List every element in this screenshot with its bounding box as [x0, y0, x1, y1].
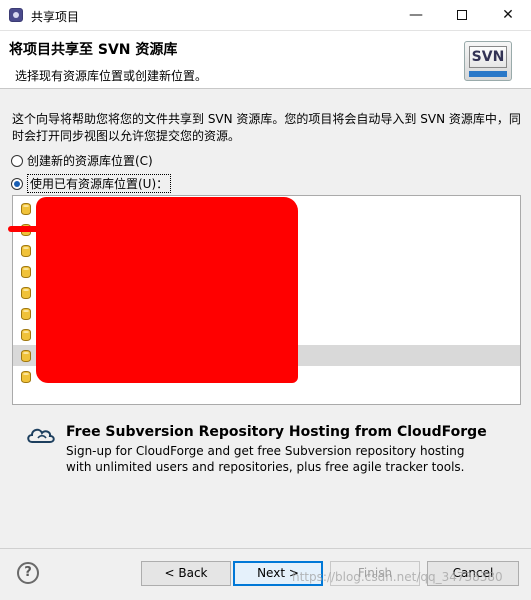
wizard-heading: 将项目共享至 SVN 资源库 — [9, 42, 178, 58]
minimize-button[interactable]: — — [393, 0, 439, 30]
cloudforge-icon[interactable] — [26, 425, 58, 445]
repository-icon — [21, 265, 31, 279]
use-existing-radio[interactable] — [11, 177, 23, 190]
create-new-label[interactable]: 创建新的资源库位置(C) — [27, 152, 153, 169]
maximize-icon — [457, 10, 467, 20]
repository-icon — [21, 286, 31, 300]
help-icon[interactable]: ? — [17, 562, 39, 584]
back-button[interactable]: < Back — [141, 561, 231, 586]
eclipse-app-icon — [9, 8, 23, 22]
title-bar: 共享项目 — ✕ — [0, 0, 531, 31]
repository-icon — [21, 244, 31, 258]
create-new-radio[interactable] — [11, 154, 23, 167]
cloudforge-link[interactable]: Free Subversion Repository Hosting from … — [66, 424, 487, 440]
wizard-description: 选择现有资源库位置或创建新位置。 — [15, 69, 208, 83]
repository-icon — [21, 349, 31, 363]
repository-icon — [21, 328, 31, 342]
use-existing-label[interactable]: 使用已有资源库位置(U)： — [27, 174, 172, 193]
maximize-button[interactable] — [439, 0, 485, 30]
repository-icon — [21, 307, 31, 321]
repository-icon — [21, 370, 31, 384]
create-new-location-option[interactable]: 创建新的资源库位置(C) — [11, 152, 153, 169]
window-title: 共享项目 — [31, 10, 80, 24]
intro-text: 这个向导将帮助您将您的文件共享到 SVN 资源库。您的项目将会自动导入到 SVN… — [12, 112, 521, 143]
svn-logo-icon: SVN — [464, 41, 512, 81]
redaction-stroke — [8, 226, 48, 232]
use-existing-location-option[interactable]: 使用已有资源库位置(U)： — [11, 174, 172, 193]
watermark: https://blog.csdn.net/qq_34738380 — [292, 570, 503, 584]
repository-icon — [21, 202, 31, 216]
svn-logo-bar — [469, 71, 507, 77]
redaction-scribble — [36, 197, 298, 383]
cloudforge-description: Sign-up for CloudForge and get free Subv… — [66, 444, 465, 474]
footer-divider — [0, 548, 531, 549]
svn-logo-text: SVN — [469, 46, 507, 68]
close-button[interactable]: ✕ — [485, 0, 531, 30]
wizard-banner: 将项目共享至 SVN 资源库 选择现有资源库位置或创建新位置。 SVN — [0, 31, 531, 89]
